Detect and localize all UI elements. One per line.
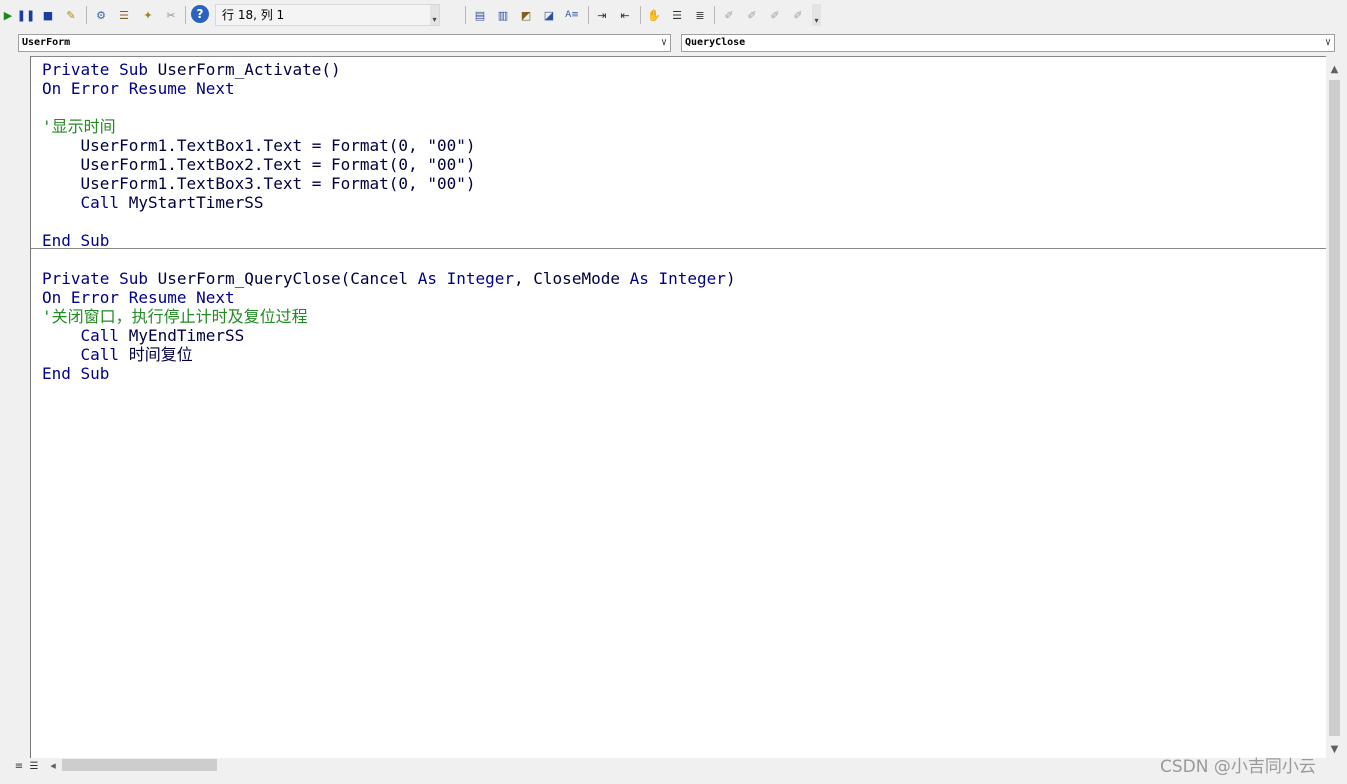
procedure-separator bbox=[31, 248, 1326, 249]
vertical-scroll-thumb[interactable] bbox=[1329, 80, 1340, 736]
scroll-down-icon[interactable]: ▼ bbox=[1326, 741, 1343, 758]
complete-word-icon[interactable]: A≡ bbox=[564, 6, 580, 24]
horizontal-scroll-thumb[interactable] bbox=[62, 759, 217, 771]
list-constants-icon[interactable]: ▥ bbox=[495, 6, 511, 24]
margin-indicator-bar[interactable] bbox=[10, 56, 31, 758]
keyword: As Integer bbox=[417, 269, 515, 288]
keyword: Call bbox=[42, 345, 129, 364]
stop-icon[interactable]: ■ bbox=[40, 6, 56, 24]
comment-line: '关闭窗口，执行停止计时及复位过程 bbox=[42, 307, 308, 326]
next-bookmark-icon[interactable]: ✐ bbox=[744, 6, 760, 24]
keyword: Private Sub bbox=[42, 60, 158, 79]
code-text: UserForm_Activate() bbox=[157, 60, 341, 79]
code-text: , CloseMode bbox=[514, 269, 630, 288]
code-line: End Sub bbox=[42, 364, 110, 383]
help-icon[interactable]: ? bbox=[191, 5, 209, 23]
parameter-info-icon[interactable]: ◪ bbox=[541, 6, 557, 24]
comment-block-icon[interactable]: ☰ bbox=[669, 6, 685, 24]
code-text: UserForm_QueryClose(Cancel bbox=[157, 269, 418, 288]
code-line: UserForm1.TextBox2.Text = Format(0, "00"… bbox=[42, 155, 476, 174]
keyword: Call bbox=[42, 193, 129, 212]
chevron-down-icon[interactable]: ∨ bbox=[1325, 35, 1331, 51]
toolbox-icon[interactable]: ✂ bbox=[163, 6, 179, 24]
toolbar-separator bbox=[640, 6, 641, 24]
code-line: Private Sub UserForm_QueryClose(Cancel A… bbox=[42, 269, 736, 288]
toolbar-separator bbox=[465, 6, 466, 24]
run-icon[interactable]: ▶ bbox=[0, 6, 16, 24]
clear-bookmarks-icon[interactable]: ✐ bbox=[790, 6, 806, 24]
uncomment-block-icon[interactable]: ≣ bbox=[692, 6, 708, 24]
code-text: 时间复位 bbox=[128, 345, 193, 364]
keyword: As Integer bbox=[629, 269, 726, 288]
code-line: UserForm1.TextBox1.Text = Format(0, "00"… bbox=[42, 136, 476, 155]
procedure-dropdown[interactable]: QueryClose ∨ bbox=[681, 34, 1335, 52]
list-properties-icon[interactable]: ▤ bbox=[472, 6, 488, 24]
code-text: MyEndTimerSS bbox=[128, 326, 245, 345]
vbe-toolbar: ▶ ❚❚ ■ ✎ ⚙ ☰ ✦ ✂ ? 行 18, 列 1 ▾ ▤ ▥ ◩ ◪ A… bbox=[0, 0, 1347, 31]
vertical-scrollbar[interactable]: ▲ ▼ bbox=[1326, 56, 1343, 758]
quick-info-icon[interactable]: ◩ bbox=[518, 6, 534, 24]
procedure-view-icon[interactable]: ≡ bbox=[12, 760, 26, 774]
properties-icon[interactable]: ☰ bbox=[116, 6, 132, 24]
object-dropdown[interactable]: UserForm ∨ bbox=[18, 34, 671, 52]
code-text: MyStartTimerSS bbox=[128, 193, 264, 212]
keyword: Call bbox=[42, 326, 129, 345]
editor-bottom-bar: ≡ ☰ ◂ bbox=[0, 758, 1347, 784]
full-module-view-icon[interactable]: ☰ bbox=[27, 760, 41, 774]
code-line: Call 时间复位 bbox=[42, 345, 193, 364]
procedure-dropdown-value: QueryClose bbox=[685, 37, 746, 48]
previous-bookmark-icon[interactable]: ✐ bbox=[767, 6, 783, 24]
design-mode-icon[interactable]: ✎ bbox=[63, 6, 79, 24]
code-line: UserForm1.TextBox3.Text = Format(0, "00"… bbox=[42, 174, 476, 193]
cursor-position-text: 行 18, 列 1 bbox=[222, 8, 285, 22]
object-browser-icon[interactable]: ✦ bbox=[140, 6, 156, 24]
toggle-bookmark-icon[interactable]: ✐ bbox=[721, 6, 737, 24]
code-line: Call MyStartTimerSS bbox=[42, 193, 264, 212]
toolbar-overflow-icon[interactable]: ▾ bbox=[812, 4, 821, 26]
indent-icon[interactable]: ⇥ bbox=[594, 6, 610, 24]
comment-line: '显示时间 bbox=[42, 117, 116, 136]
toolbar-separator bbox=[588, 6, 589, 24]
project-explorer-icon[interactable]: ⚙ bbox=[93, 6, 109, 24]
code-line: Call MyEndTimerSS bbox=[42, 326, 245, 345]
cursor-position-status: 行 18, 列 1 ▾ bbox=[215, 4, 440, 26]
code-line: On Error Resume Next bbox=[42, 288, 235, 307]
pause-icon[interactable]: ❚❚ bbox=[17, 6, 35, 24]
outdent-icon[interactable]: ⇤ bbox=[617, 6, 633, 24]
scroll-left-icon[interactable]: ◂ bbox=[46, 759, 60, 773]
toolbar-options-icon[interactable]: ▾ bbox=[430, 5, 439, 25]
toolbar-separator bbox=[185, 6, 186, 24]
code-editor[interactable]: Private Sub UserForm_Activate() On Error… bbox=[31, 56, 1326, 758]
toggle-breakpoint-icon[interactable]: ✋ bbox=[646, 6, 662, 24]
watermark: CSDN @小吉同小云 bbox=[1160, 757, 1316, 777]
code-text: ) bbox=[725, 269, 736, 288]
chevron-down-icon[interactable]: ∨ bbox=[661, 35, 667, 51]
keyword: Private Sub bbox=[42, 269, 158, 288]
scroll-up-icon[interactable]: ▲ bbox=[1326, 61, 1343, 78]
code-line: On Error Resume Next bbox=[42, 79, 235, 98]
code-line: Private Sub UserForm_Activate() bbox=[42, 60, 341, 79]
toolbar-separator bbox=[86, 6, 87, 24]
object-dropdown-value: UserForm bbox=[22, 37, 71, 48]
toolbar-separator bbox=[714, 6, 715, 24]
